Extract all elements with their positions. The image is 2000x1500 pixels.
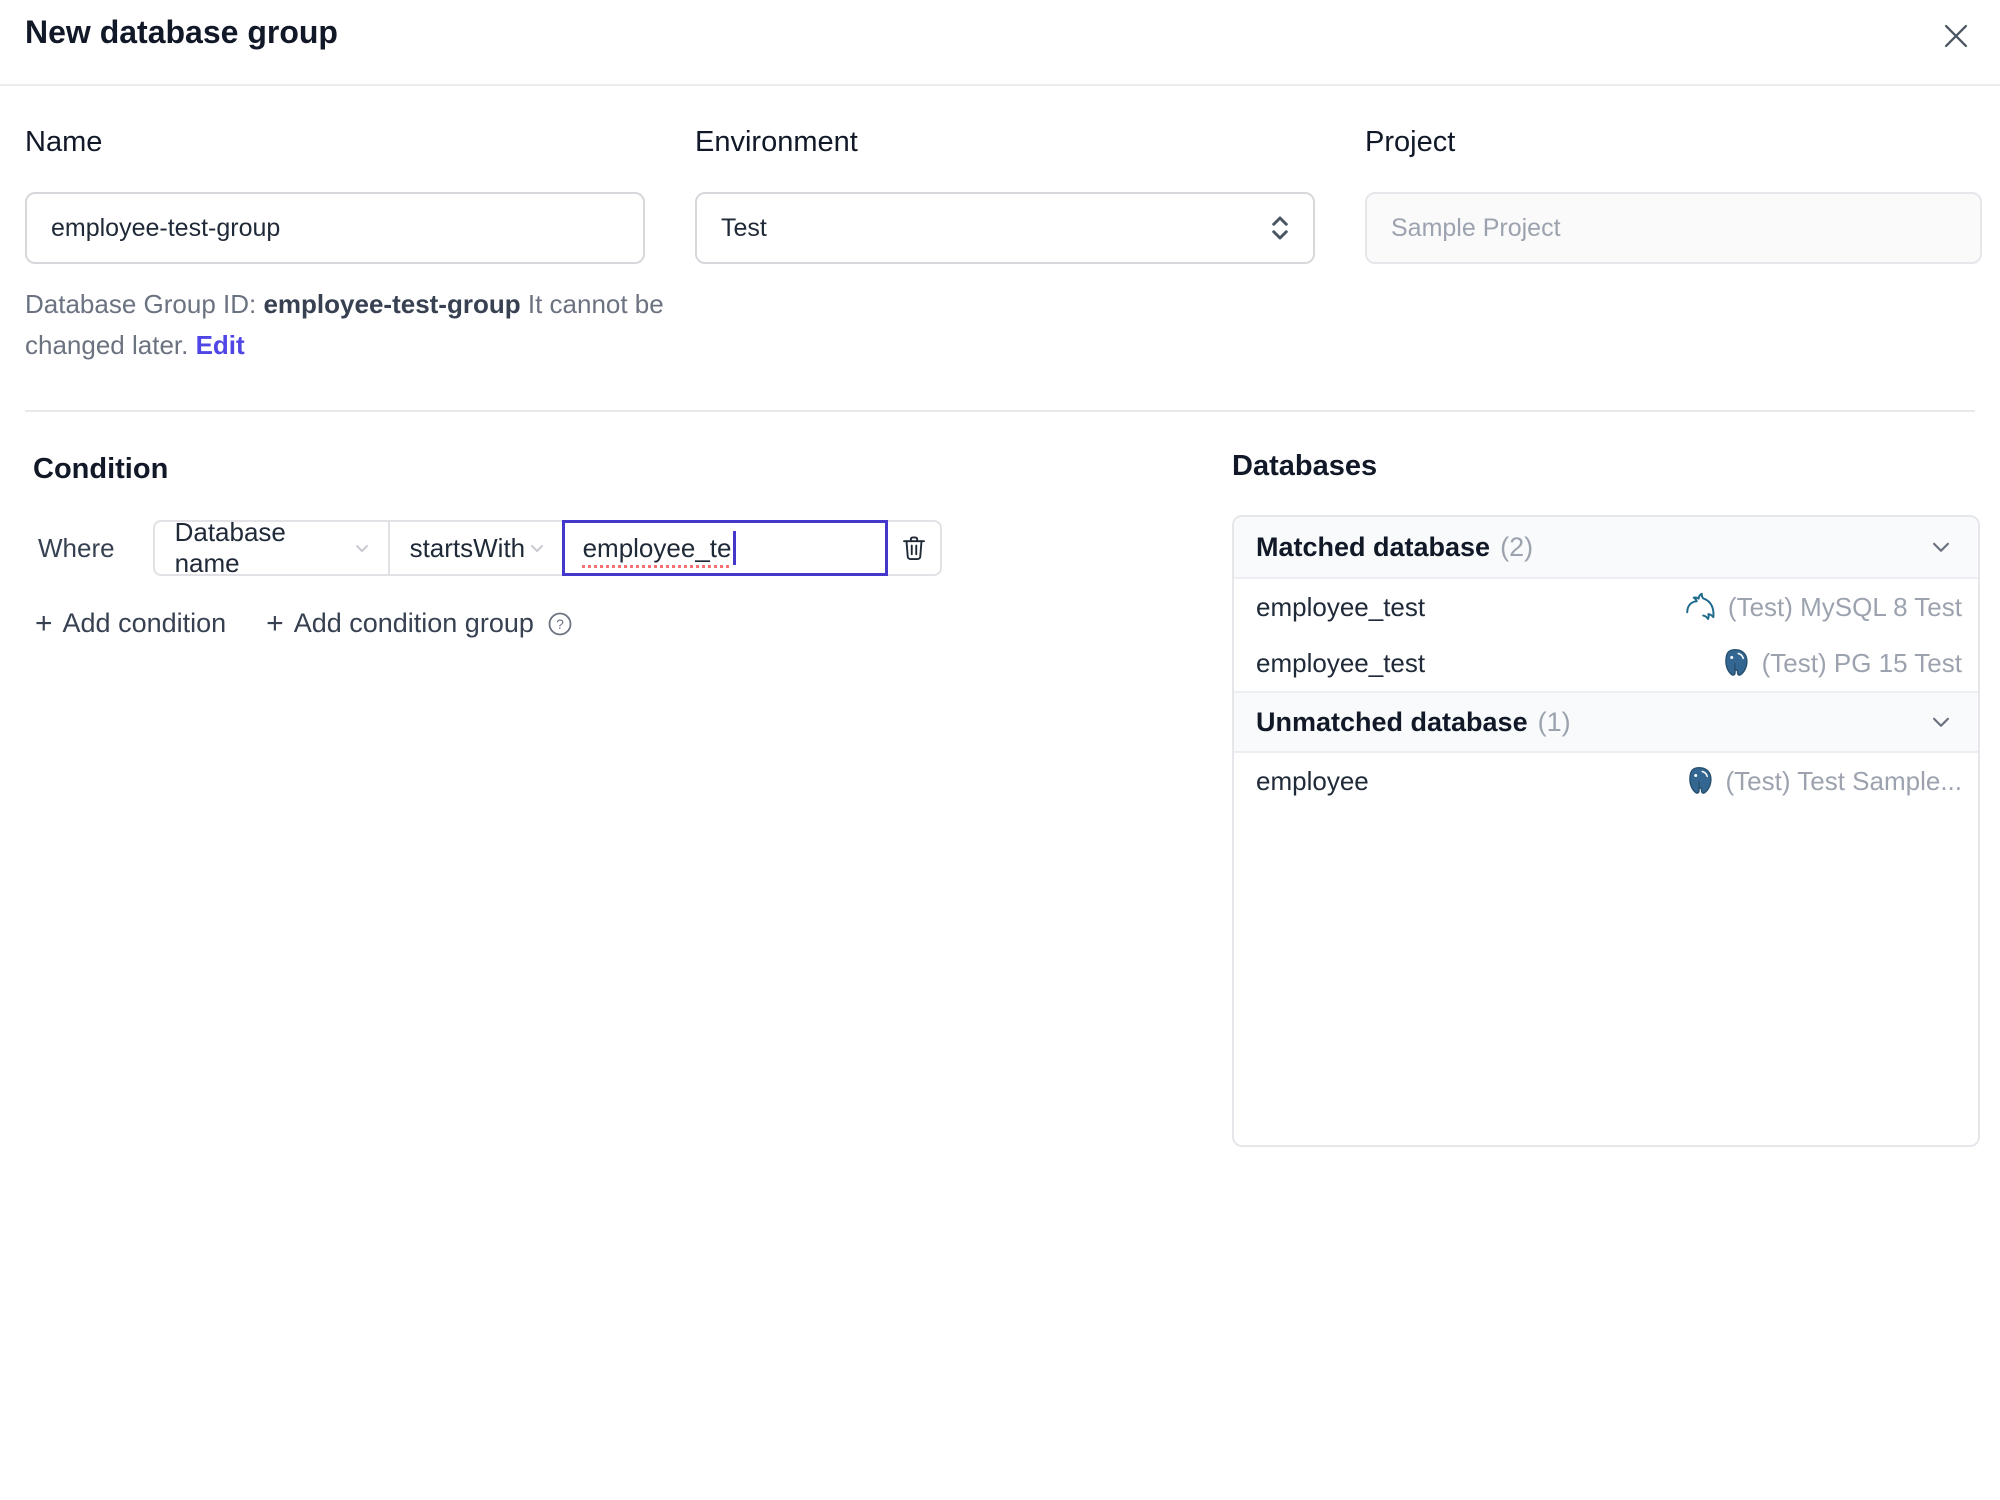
environment-label: Environment (695, 126, 858, 158)
databases-panel: Matched database (2) employee_test (Test… (1232, 515, 1980, 1147)
group-id-value: employee-test-group (263, 289, 521, 319)
matched-database-count: (2) (1500, 531, 1534, 562)
name-label: Name (25, 126, 103, 158)
database-instance: (Test) MySQL 8 Test (1727, 591, 1962, 622)
edit-group-id-link[interactable]: Edit (196, 330, 245, 360)
chevron-down-icon (525, 536, 549, 560)
add-condition-button[interactable]: + Add condition (35, 608, 226, 639)
new-database-group-dialog: New database group Name Environment Proj… (0, 0, 2000, 1500)
trash-icon (899, 533, 929, 563)
postgresql-icon (1718, 646, 1752, 680)
condition-field-dropdown[interactable]: Database name (152, 517, 390, 578)
section-divider (25, 410, 1975, 412)
condition-actions: + Add condition + Add condition group ? (35, 608, 574, 639)
delete-condition-button[interactable] (885, 520, 942, 576)
database-instance: (Test) Test Sample... (1725, 765, 1963, 796)
condition-operator-dropdown[interactable]: startsWith (387, 520, 564, 576)
environment-selected-value: Test (721, 213, 767, 242)
add-condition-group-button[interactable]: + Add condition group ? (266, 608, 574, 639)
dialog-header: New database group (0, 0, 2000, 86)
database-row: employee_test (Test) MySQL 8 Test (1234, 579, 1978, 635)
name-input[interactable] (25, 192, 645, 264)
chevron-down-icon (350, 536, 374, 560)
database-name: employee_test (1256, 647, 1426, 678)
help-icon[interactable]: ? (546, 610, 574, 638)
condition-operator-value: startsWith (409, 532, 526, 563)
condition-value-text: employee_te (582, 532, 732, 563)
unmatched-database-title: Unmatched database (1256, 706, 1528, 737)
plus-icon: + (266, 606, 284, 640)
postgresql-icon (1682, 764, 1716, 798)
plus-icon: + (35, 606, 53, 640)
close-button[interactable] (1934, 14, 1978, 58)
condition-value-input[interactable]: employee_te (561, 520, 888, 576)
select-updown-icon (1267, 213, 1293, 243)
text-caret (733, 531, 737, 565)
project-label: Project (1365, 126, 1456, 158)
chevron-down-icon (1926, 707, 1956, 737)
matched-database-title: Matched database (1256, 531, 1491, 562)
group-id-note: Database Group ID: employee-test-group I… (25, 284, 685, 366)
databases-heading: Databases (1232, 450, 1378, 482)
condition-heading: Condition (33, 453, 169, 485)
add-condition-label: Add condition (62, 608, 227, 638)
mysql-icon (1682, 589, 1718, 625)
matched-database-header[interactable]: Matched database (2) (1234, 517, 1978, 579)
chevron-down-icon (1926, 532, 1956, 562)
database-name: employee_test (1256, 591, 1426, 622)
unmatched-database-count: (1) (1537, 706, 1571, 737)
where-label: Where (38, 533, 115, 563)
condition-field-value: Database name (174, 517, 286, 578)
unmatched-database-header[interactable]: Unmatched database (1) (1234, 691, 1978, 753)
svg-text:?: ? (556, 615, 564, 631)
environment-select[interactable]: Test (695, 192, 1315, 264)
database-row: employee_test (Test) PG 15 Test (1234, 635, 1978, 691)
dialog-title: New database group (25, 14, 338, 50)
add-condition-group-label: Add condition group (293, 608, 534, 638)
project-input[interactable] (1365, 192, 1982, 264)
database-row: employee (Test) Test Sample... (1234, 753, 1978, 809)
close-icon (1939, 19, 1973, 53)
database-name: employee (1256, 765, 1369, 796)
group-id-note-prefix: Database Group ID: (25, 289, 264, 319)
condition-row: Where Database name startsWith employee_… (38, 517, 942, 578)
database-instance: (Test) PG 15 Test (1761, 647, 1962, 678)
